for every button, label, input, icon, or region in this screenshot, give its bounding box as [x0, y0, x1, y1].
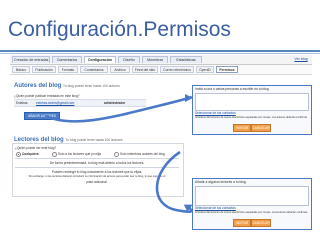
curved-arrow-icon — [155, 150, 193, 214]
curved-arrow-icon — [45, 93, 193, 123]
curved-arrows-overlay — [45, 93, 193, 214]
